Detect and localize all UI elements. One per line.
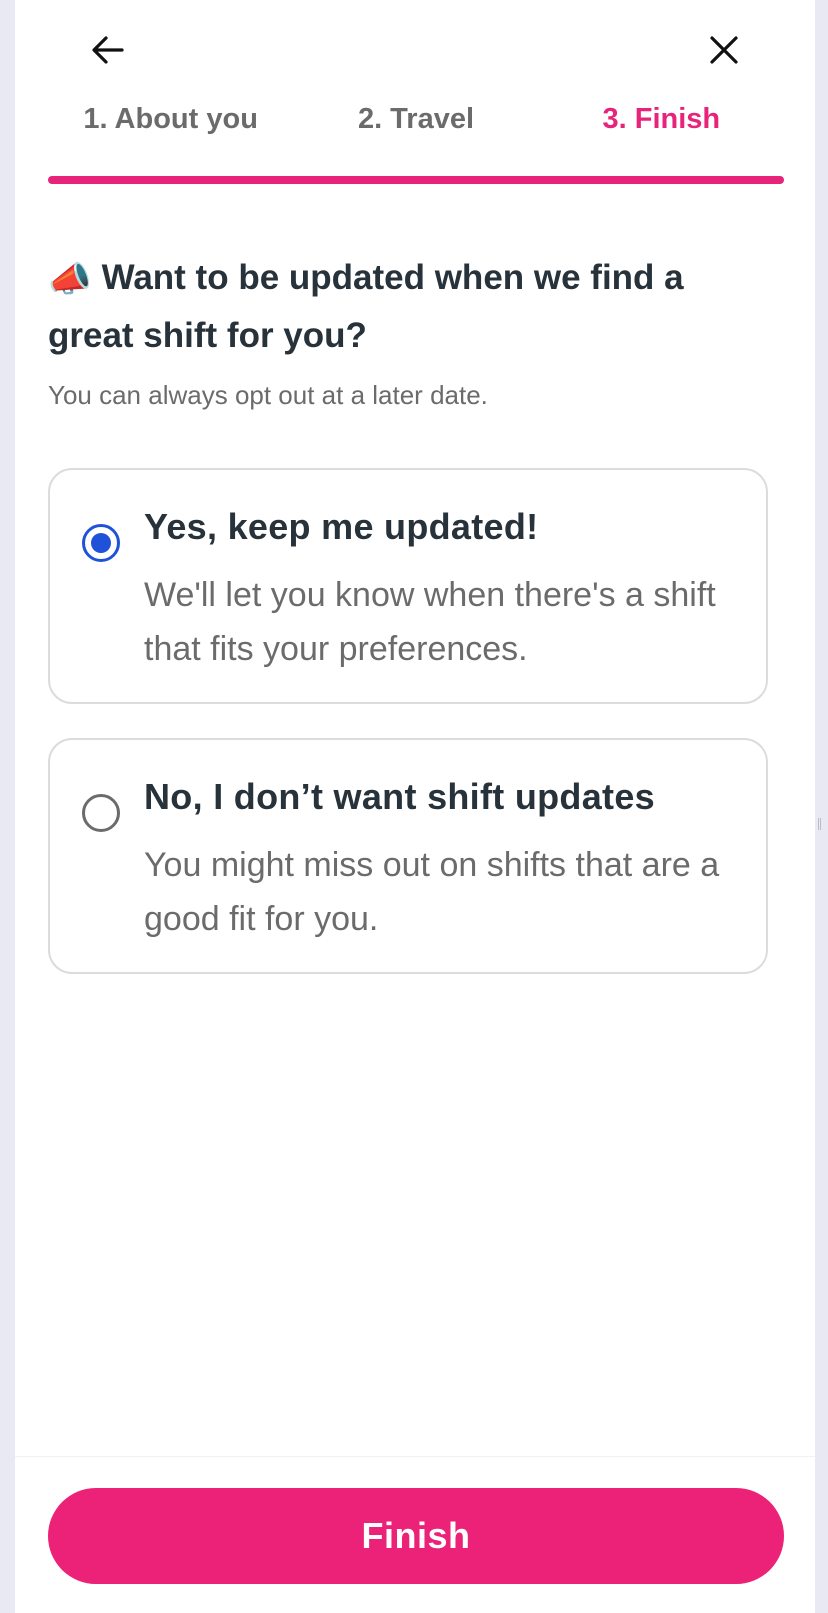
- question-title-text: Want to be updated when we find a great …: [48, 258, 684, 355]
- finish-button[interactable]: Finish: [48, 1488, 784, 1584]
- step-finish[interactable]: 3. Finish: [539, 96, 784, 144]
- step-travel[interactable]: 2. Travel: [293, 96, 538, 144]
- question-title: 📣 Want to be updated when we find a great…: [48, 250, 748, 364]
- resize-handle[interactable]: [818, 818, 821, 830]
- megaphone-icon: 📣: [48, 260, 92, 299]
- close-icon: [710, 36, 738, 64]
- step-about-you[interactable]: 1. About you: [48, 96, 293, 144]
- radio-no[interactable]: [82, 794, 120, 832]
- option-no[interactable]: No, I don’t want shift updates You might…: [48, 738, 768, 974]
- option-no-description: You might miss out on shifts that are a …: [144, 846, 720, 938]
- question-subtitle: You can always opt out at a later date.: [48, 380, 488, 410]
- back-button[interactable]: [78, 20, 138, 80]
- step-tabs: 1. About you 2. Travel 3. Finish: [48, 96, 784, 144]
- option-yes-title: Yes, keep me updated!: [144, 506, 539, 547]
- arrow-left-icon: [92, 36, 124, 64]
- option-no-title: No, I don’t want shift updates: [144, 776, 655, 817]
- option-yes[interactable]: Yes, keep me updated! We'll let you know…: [48, 468, 768, 704]
- radio-yes[interactable]: [82, 524, 120, 562]
- progress-bar: [48, 176, 784, 184]
- option-yes-description: We'll let you know when there's a shift …: [144, 576, 716, 668]
- close-button[interactable]: [694, 20, 754, 80]
